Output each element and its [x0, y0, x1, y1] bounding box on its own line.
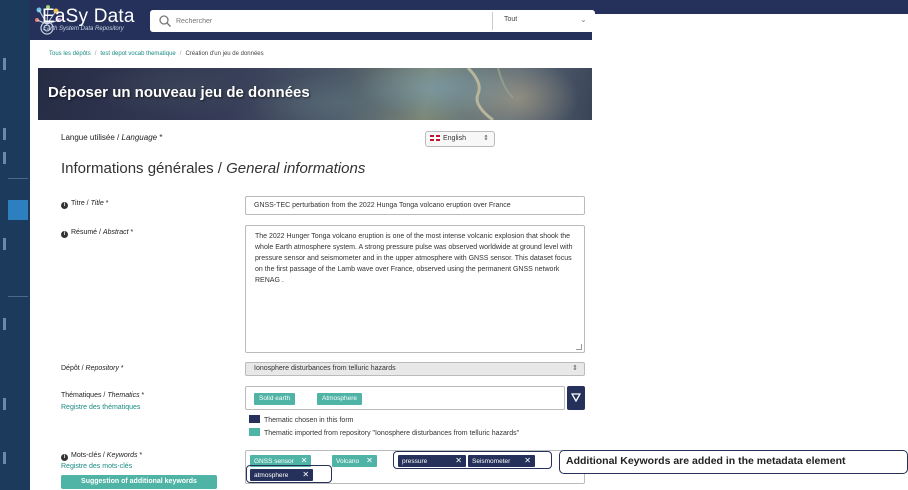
added-keywords-highlight — [246, 465, 332, 483]
sidebar-mark — [3, 452, 6, 464]
title-input[interactable]: GNSS-TEC perturbation from the 2022 Hung… — [245, 196, 585, 215]
keywords-label-fr: Mots-clés / — [71, 452, 107, 459]
header-bar: EaSy Data Earth System Data Repository T… — [30, 0, 595, 40]
legend-swatch-navy — [249, 415, 260, 423]
thematics-dropdown-button[interactable] — [567, 386, 585, 410]
abstract-textarea[interactable]: The 2022 Hunger Tonga volcano eruption i… — [245, 225, 585, 353]
language-label: Langue utilisée / Language * — [61, 133, 162, 142]
select-updown-icon: ⇕ — [572, 365, 578, 372]
legend-imported-text: Thematic imported from repository "Ionos… — [264, 430, 520, 437]
resize-handle[interactable] — [576, 344, 582, 350]
search-icon[interactable] — [158, 14, 172, 28]
sidebar-mark — [3, 58, 6, 70]
title-label: i Titre / Title * — [61, 200, 108, 209]
page-banner: Déposer un nouveau jeu de données — [38, 68, 592, 120]
thematic-tag[interactable]: Solid earth — [254, 393, 296, 405]
added-keywords-highlight — [393, 451, 552, 469]
language-label-en: Language — [121, 133, 158, 142]
thematic-tag[interactable]: Atmosphere — [317, 393, 363, 405]
annotation-callout: Additional Keywords are added in the met… — [559, 450, 908, 474]
info-circle-icon[interactable]: i — [61, 454, 68, 461]
search-scope-select[interactable]: Tout — [504, 16, 517, 23]
sidebar-divider — [8, 178, 28, 179]
title-label-fr: Titre / — [71, 200, 91, 207]
keywords-label-en: Keywords — [106, 452, 138, 459]
sidebar-mark — [3, 238, 6, 250]
info-circle-icon[interactable]: i — [61, 202, 68, 209]
language-select[interactable]: English ⇕ — [425, 131, 495, 147]
app-name[interactable]: EaSy Data — [42, 6, 135, 28]
title-label-en: Title — [90, 200, 104, 207]
keyword-tag-label: GNSS sensor — [254, 458, 294, 465]
dropdown-triangle-icon — [571, 393, 581, 402]
section-title: Informations générales / General informa… — [61, 160, 365, 177]
close-icon[interactable]: ✕ — [366, 456, 373, 465]
chevron-down-icon[interactable]: ⌄ — [580, 15, 587, 24]
search-separator — [492, 12, 493, 30]
search-input[interactable] — [176, 13, 476, 29]
thematics-input[interactable]: Solid earth Atmosphere — [245, 386, 565, 410]
section-title-fr: Informations générales / — [61, 160, 227, 177]
required-marker: * — [157, 133, 163, 142]
required-marker: * — [137, 452, 143, 459]
abstract-label: i Résumé / Abstract * — [61, 229, 133, 238]
select-updown-icon: ⇕ — [483, 135, 489, 142]
keyword-tag-label: Volcano — [336, 458, 360, 465]
sidebar-mark — [3, 152, 6, 164]
repository-label-en: Repository — [85, 365, 119, 372]
language-label-fr: Langue utilisée / — [61, 133, 122, 142]
breadcrumb-link-all-repositories[interactable]: Tous les dépôts — [49, 51, 91, 57]
legend-chosen: Thematic chosen in this form — [249, 415, 353, 424]
thematics-label-fr: Thématiques / — [61, 392, 108, 399]
legend-chosen-text: Thematic chosen in this form — [264, 417, 354, 424]
info-circle-icon[interactable]: i — [61, 231, 68, 238]
sidebar-divider — [8, 296, 28, 297]
required-marker: * — [118, 365, 124, 372]
repository-label-fr: Dépôt / — [61, 365, 86, 372]
keywords-registry-link[interactable]: Registre des mots-clés — [61, 463, 132, 470]
section-title-en: General informations — [226, 160, 366, 177]
thematics-registry-link[interactable]: Registre des thématiques — [61, 404, 140, 411]
satellite-image-decoration — [466, 68, 514, 120]
legend-imported: Thematic imported from repository "Ionos… — [249, 428, 519, 437]
top-strip — [592, 0, 908, 14]
thematics-label: Thématiques / Thematics * — [61, 392, 144, 399]
close-icon[interactable]: ✕ — [301, 456, 308, 465]
abstract-label-fr: Résumé / — [71, 229, 103, 236]
required-marker: * — [128, 229, 134, 236]
required-marker: * — [103, 200, 109, 207]
abstract-text: The 2022 Hunger Tonga volcano eruption i… — [255, 233, 573, 284]
repository-label: Dépôt / Repository * — [61, 365, 124, 372]
keyword-tag[interactable]: Volcano ✕ — [332, 455, 377, 467]
repository-select[interactable]: Ionosphere disturbances from telluric ha… — [245, 362, 585, 376]
breadcrumb: Tous les dépôts / test depot vocab themati… — [49, 51, 264, 57]
page-title: Déposer un nouveau jeu de données — [48, 84, 310, 101]
breadcrumb-separator: / — [179, 51, 182, 57]
sidebar-mark — [3, 128, 6, 140]
uk-flag-icon — [430, 135, 440, 142]
legend-swatch-teal — [249, 428, 260, 436]
language-value: English — [443, 135, 466, 142]
search-bar: Tout ⌄ — [150, 10, 595, 32]
suggest-keywords-button[interactable]: Suggestion of additional keywords — [61, 475, 217, 489]
keywords-label: i Mots-clés / Keywords * — [61, 452, 142, 461]
breadcrumb-separator: / — [94, 51, 97, 57]
sidebar-active-item[interactable] — [8, 200, 28, 220]
breadcrumb-current: Création d'un jeu de données — [185, 51, 264, 57]
required-marker: * — [139, 392, 145, 399]
thematics-label-en: Thematics — [107, 392, 140, 399]
app-tagline: Earth System Data Repository — [43, 26, 124, 32]
sidebar-mark — [3, 318, 6, 330]
repository-value: Ionosphere disturbances from telluric ha… — [254, 365, 396, 372]
sidebar-mark — [3, 398, 6, 410]
breadcrumb-link-repository[interactable]: test depot vocab thematique — [100, 51, 175, 57]
abstract-label-en: Abstract — [102, 229, 129, 236]
left-sidebar-strip — [0, 0, 30, 490]
